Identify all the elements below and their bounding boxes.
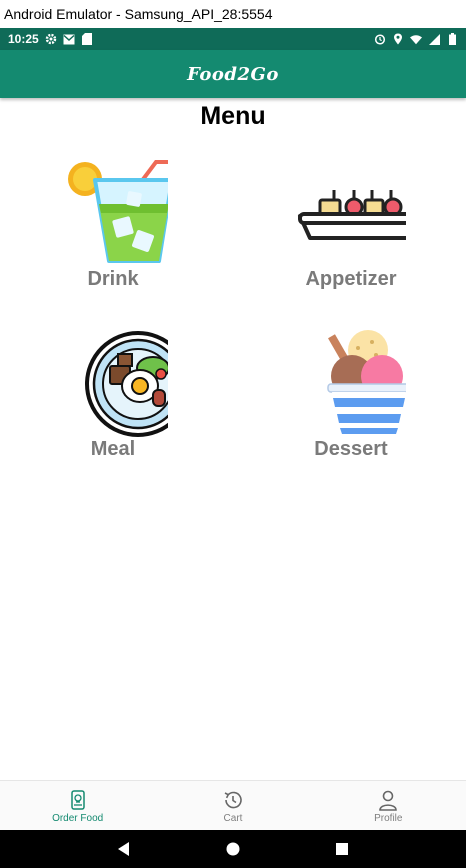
menu-label-dessert: Dessert (314, 438, 388, 460)
page-title: Menu (200, 102, 266, 130)
settings-icon (45, 33, 57, 45)
order-food-icon (70, 789, 85, 810)
location-icon (392, 33, 404, 45)
profile-icon (379, 790, 398, 811)
nav-order-food[interactable]: Order Food (18, 789, 138, 824)
menu-item-appetizer[interactable]: Appetizer (271, 158, 431, 291)
meal-icon (85, 331, 168, 437)
nav-cart[interactable]: Cart (173, 789, 293, 824)
battery-icon (446, 33, 458, 45)
bottom-navigation: Order Food Cart Profile (0, 780, 466, 831)
emulator-window-title: Android Emulator - Samsung_API_28:5554 (0, 0, 466, 28)
back-icon[interactable] (116, 841, 132, 857)
home-icon[interactable] (225, 841, 241, 857)
menu-label-drink: Drink (87, 268, 139, 290)
system-navigation-bar (0, 830, 466, 868)
dessert-icon (327, 330, 406, 434)
menu-item-meal[interactable]: Meal (33, 328, 193, 461)
alarm-icon (374, 33, 386, 45)
menu-item-drink[interactable]: Drink (33, 158, 193, 291)
signal-icon (428, 33, 440, 45)
status-time: 10:25 (8, 32, 39, 46)
menu-label-meal: Meal (90, 438, 136, 460)
menu-label-appetizer: Appetizer (305, 268, 397, 290)
nav-profile[interactable]: Profile (328, 789, 448, 824)
recents-icon[interactable] (334, 841, 350, 857)
status-bar: 10:25 (0, 28, 466, 50)
app-title: Food2Go (187, 63, 279, 85)
nav-label-order-food: Order Food (52, 812, 104, 824)
nav-label-profile: Profile (374, 812, 403, 824)
sd-card-icon (81, 33, 93, 45)
app-bar: Food2Go (0, 50, 466, 98)
mail-icon (63, 33, 75, 45)
wifi-icon (410, 33, 422, 45)
drink-icon (68, 160, 168, 263)
nav-label-cart: Cart (223, 812, 243, 824)
menu-item-dessert[interactable]: Dessert (271, 328, 431, 461)
history-icon (224, 791, 242, 808)
appetizer-icon (298, 190, 406, 240)
